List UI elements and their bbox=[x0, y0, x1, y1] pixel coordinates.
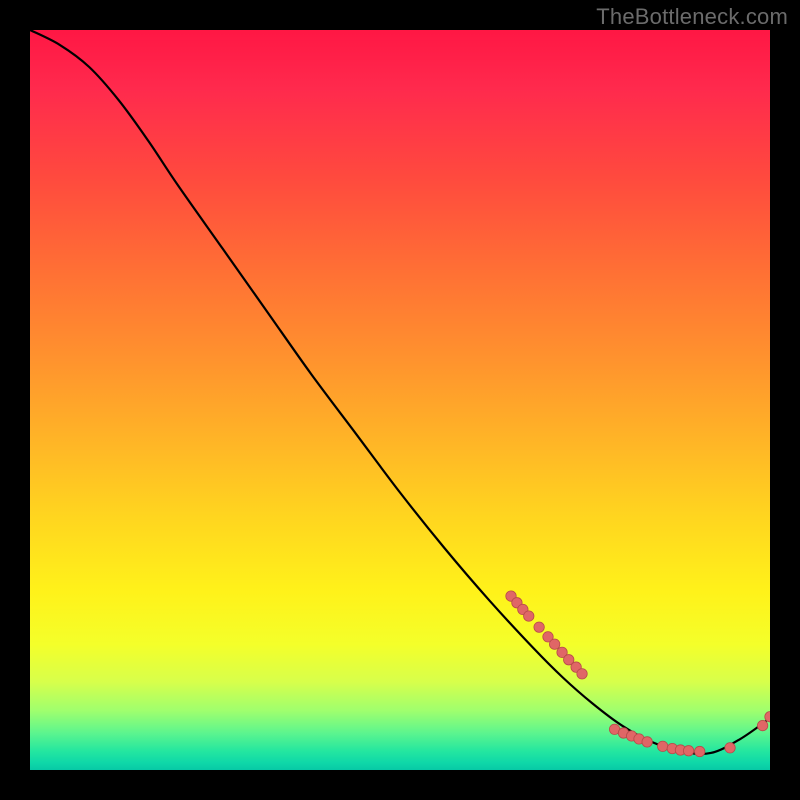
data-point bbox=[642, 737, 652, 747]
data-point bbox=[534, 622, 544, 632]
data-point bbox=[725, 743, 735, 753]
data-point bbox=[549, 639, 559, 649]
data-point bbox=[757, 720, 767, 730]
data-point bbox=[577, 669, 587, 679]
data-point bbox=[658, 741, 668, 751]
data-point bbox=[683, 746, 693, 756]
marker-group bbox=[506, 591, 770, 757]
curve-layer bbox=[30, 30, 770, 770]
plot-area bbox=[30, 30, 770, 770]
bottleneck-curve bbox=[30, 30, 770, 754]
chart-frame: TheBottleneck.com bbox=[0, 0, 800, 800]
data-point bbox=[695, 746, 705, 756]
data-point bbox=[524, 611, 534, 621]
watermark-text: TheBottleneck.com bbox=[596, 4, 788, 30]
